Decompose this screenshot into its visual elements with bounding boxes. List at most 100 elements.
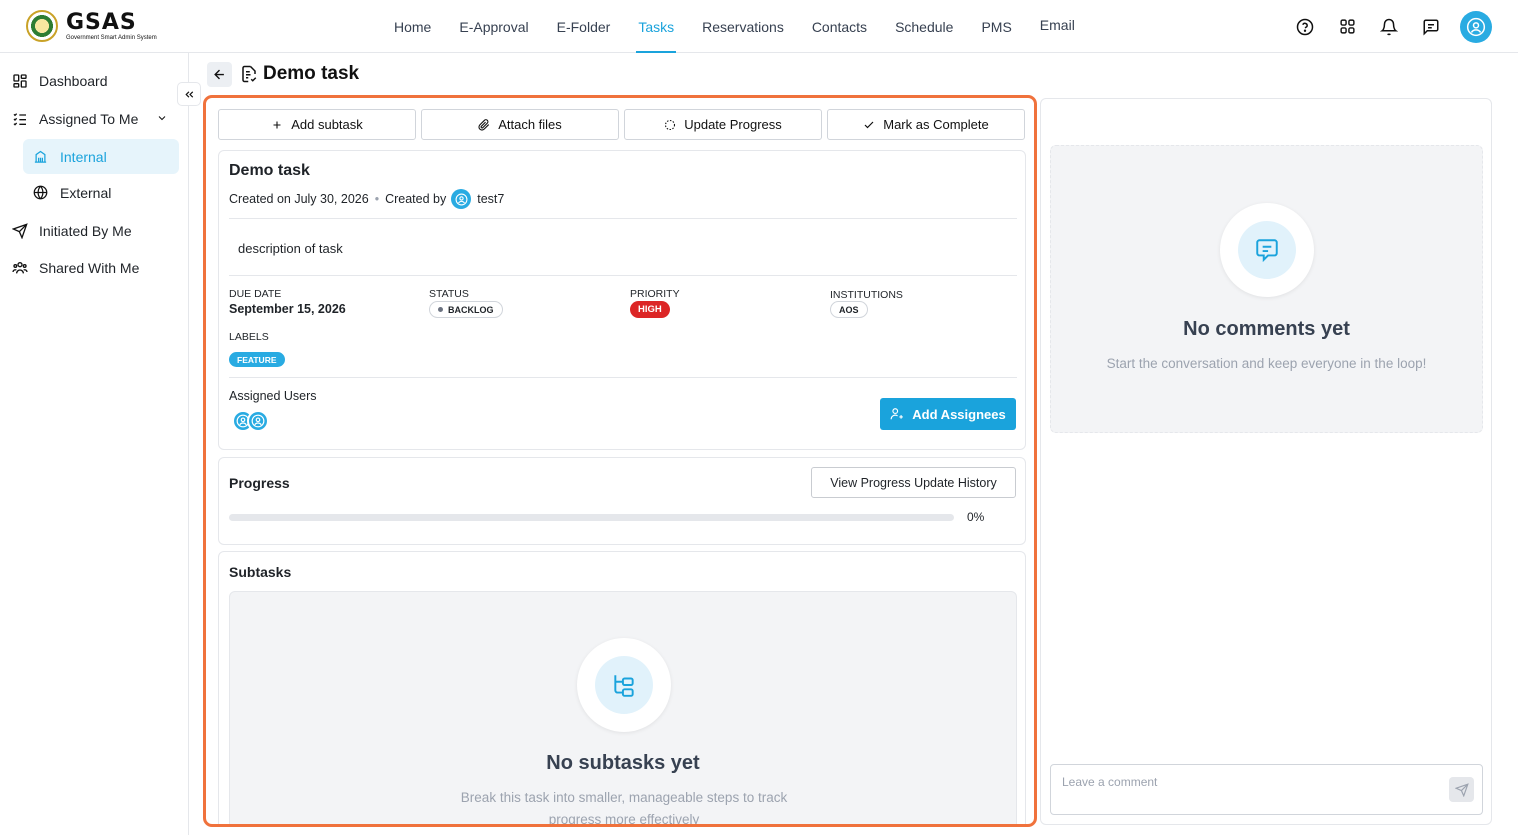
chat-icon[interactable]: [1410, 10, 1452, 43]
subtasks-empty-title: No subtasks yet: [546, 752, 700, 774]
sidebar-item-shared-with-me[interactable]: Shared With Me: [10, 251, 139, 285]
comments-empty-text: Start the conversation and keep everyone…: [1106, 356, 1427, 371]
divider: [229, 218, 1017, 219]
app-logo[interactable]: GSAS Government Smart Admin System: [26, 10, 157, 42]
status-label: STATUS: [429, 288, 469, 300]
comment-input-placeholder: Leave a comment: [1062, 775, 1158, 789]
due-date-label: DUE DATE: [229, 288, 282, 300]
task-actions-toolbar: Add subtask Attach files Update Progress…: [218, 109, 1025, 140]
send-comment-button[interactable]: [1449, 777, 1474, 802]
assignee-avatar[interactable]: [247, 410, 269, 432]
top-navigation-bar: GSAS Government Smart Admin System Home …: [0, 0, 1518, 53]
created-on: Created on July 30, 2026: [229, 192, 369, 206]
task-detail-panel: Add subtask Attach files Update Progress…: [203, 95, 1037, 827]
created-by-user: test7: [477, 192, 505, 206]
comments-empty-title: No comments yet: [1183, 318, 1350, 340]
nav-contacts[interactable]: Contacts: [798, 0, 881, 53]
labels-label: LABELS: [229, 331, 269, 343]
task-info-card: Demo task Created on July 30, 2026 • Cre…: [218, 150, 1026, 450]
sidebar-item-label: Internal: [60, 148, 107, 165]
message-icon: [1254, 237, 1280, 263]
user-avatar[interactable]: [1460, 10, 1492, 43]
progress-title: Progress: [229, 475, 290, 491]
due-date-value: September 15, 2026: [229, 302, 346, 316]
government-seal-logo: [26, 10, 58, 42]
bell-icon[interactable]: [1368, 10, 1410, 43]
meta-separator: •: [374, 192, 380, 206]
chevron-down-icon: [156, 111, 168, 127]
sidebar-item-external[interactable]: External: [23, 175, 179, 210]
paperclip-icon: [478, 118, 490, 131]
progress-percent: 0%: [967, 510, 985, 524]
view-progress-history-button[interactable]: View Progress Update History: [811, 467, 1016, 498]
logo-name: GSAS: [66, 9, 137, 35]
sidebar-item-initiated-by-me[interactable]: Initiated By Me: [10, 214, 132, 248]
institution-badge: AOS: [830, 301, 868, 318]
plus-icon: [271, 119, 283, 131]
add-subtask-button[interactable]: Add subtask: [218, 109, 416, 140]
comments-empty-illustration: [1220, 203, 1314, 297]
status-value: BACKLOG: [448, 304, 494, 315]
page-title: Demo task: [263, 63, 360, 84]
add-assignees-button[interactable]: Add Assignees: [880, 398, 1016, 430]
priority-badge: HIGH: [630, 301, 670, 318]
sidebar: Dashboard Assigned To Me Internal Extern…: [0, 53, 189, 835]
collapse-sidebar-button[interactable]: [177, 82, 201, 106]
nav-email[interactable]: Email: [1026, 0, 1089, 51]
progress-card: Progress View Progress Update History 0%: [218, 457, 1026, 545]
apps-grid-icon[interactable]: [1326, 10, 1368, 43]
priority-label: PRIORITY: [630, 288, 680, 300]
send-icon: [1454, 782, 1469, 797]
globe-icon: [33, 185, 51, 200]
sidebar-item-dashboard[interactable]: Dashboard: [10, 64, 108, 98]
arrow-left-icon: [212, 67, 227, 82]
chevrons-left-icon: [183, 88, 196, 101]
nav-reservations[interactable]: Reservations: [688, 0, 798, 53]
sidebar-item-label: Initiated By Me: [39, 223, 132, 239]
nav-e-folder[interactable]: E-Folder: [543, 0, 625, 53]
attach-files-button[interactable]: Attach files: [421, 109, 619, 140]
dashboard-icon: [10, 71, 30, 91]
add-assignees-label: Add Assignees: [912, 406, 1006, 422]
nav-tasks[interactable]: Tasks: [624, 0, 688, 53]
loader-circle-icon: [664, 119, 676, 131]
subtask-tree-icon: [611, 672, 637, 698]
subtasks-empty-text: Break this task into smaller, manageable…: [460, 790, 788, 827]
nav-e-approval[interactable]: E-Approval: [445, 0, 542, 53]
task-description: description of task: [238, 241, 343, 256]
sidebar-item-internal[interactable]: Internal: [23, 139, 179, 174]
assigned-users-label: Assigned Users: [229, 389, 317, 403]
user-plus-icon: [890, 407, 904, 421]
nav-home[interactable]: Home: [380, 0, 445, 53]
sidebar-item-assigned-to-me[interactable]: Assigned To Me: [10, 102, 180, 136]
subtasks-empty-state: No subtasks yet Break this task into sma…: [229, 591, 1017, 827]
label-badge: FEATURE: [229, 352, 285, 367]
subtasks-card: Subtasks No subtasks yet Break this task…: [218, 551, 1026, 827]
comment-input[interactable]: Leave a comment: [1050, 764, 1483, 815]
subtasks-title: Subtasks: [229, 564, 292, 580]
update-progress-button[interactable]: Update Progress: [624, 109, 822, 140]
sidebar-item-label: Shared With Me: [39, 260, 140, 276]
building-icon: [33, 149, 51, 164]
sidebar-item-label: External: [60, 184, 112, 201]
nav-pms[interactable]: PMS: [967, 0, 1025, 53]
task-document-icon: [240, 65, 258, 83]
progress-bar: [229, 514, 954, 521]
task-name: Demo task: [229, 162, 310, 179]
back-button[interactable]: [207, 62, 232, 87]
add-subtask-label: Add subtask: [291, 117, 363, 132]
task-meta: Created on July 30, 2026 • Created by te…: [229, 189, 504, 209]
sidebar-item-label: Assigned To Me: [39, 111, 139, 127]
nav-schedule[interactable]: Schedule: [881, 0, 967, 53]
status-badge: BACKLOG: [429, 301, 503, 318]
help-icon[interactable]: [1284, 10, 1326, 43]
mark-complete-button[interactable]: Mark as Complete: [827, 109, 1025, 140]
attach-files-label: Attach files: [498, 117, 562, 132]
mark-complete-label: Mark as Complete: [883, 117, 989, 132]
divider: [229, 377, 1017, 378]
status-dot: [438, 307, 443, 312]
logo-subtitle: Government Smart Admin System: [66, 34, 157, 41]
institutions-label: INSTITUTIONS: [830, 289, 903, 301]
check-icon: [863, 119, 875, 131]
institution-value: AOS: [839, 304, 859, 315]
